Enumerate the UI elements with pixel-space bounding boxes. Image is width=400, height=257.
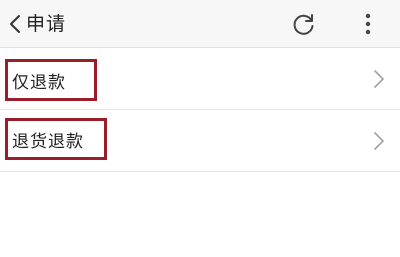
list-item-refund-only[interactable]: 仅退款 bbox=[0, 48, 400, 110]
refund-request-screen: 申请 仅退款 退货退款 bbox=[0, 0, 400, 257]
highlight-box: 退货退款 bbox=[5, 118, 107, 160]
list-item-label: 退货退款 bbox=[12, 131, 84, 152]
more-options-button[interactable] bbox=[356, 8, 380, 40]
refund-type-list: 仅退款 退货退款 bbox=[0, 48, 400, 172]
more-vertical-icon bbox=[365, 13, 371, 35]
list-item-return-and-refund[interactable]: 退货退款 bbox=[0, 110, 400, 172]
page-title: 申请 bbox=[26, 13, 67, 35]
highlight-box: 仅退款 bbox=[5, 59, 97, 101]
back-arrow-icon bbox=[10, 15, 20, 33]
refresh-icon bbox=[293, 14, 314, 35]
chevron-right-icon bbox=[374, 132, 384, 150]
refresh-button[interactable] bbox=[288, 8, 320, 40]
list-item-label: 仅退款 bbox=[12, 72, 66, 93]
app-header: 申请 bbox=[0, 0, 400, 48]
chevron-right-icon bbox=[374, 70, 384, 88]
